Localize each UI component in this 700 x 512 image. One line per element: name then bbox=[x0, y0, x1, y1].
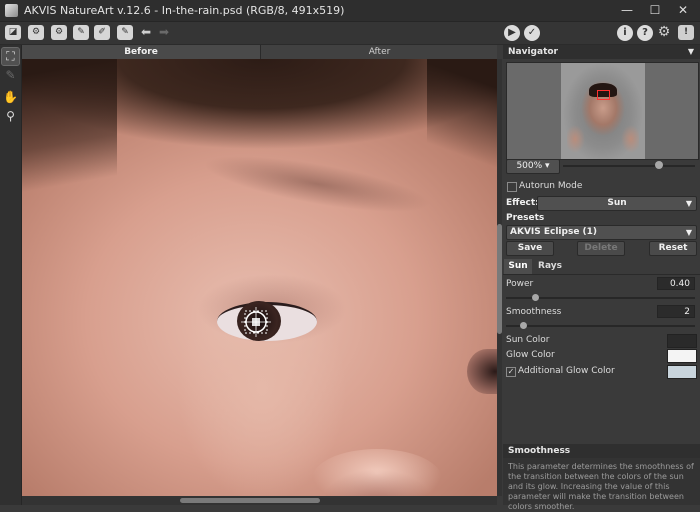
zoom-select[interactable]: 500% ▾ bbox=[506, 159, 560, 174]
sun-tool-icon[interactable]: ⛶ bbox=[1, 47, 20, 66]
navigator-title: Navigator bbox=[508, 47, 558, 57]
collapse-icon[interactable]: ▼ bbox=[688, 45, 694, 59]
additional-glow-checkbox[interactable]: ✓ bbox=[506, 367, 516, 377]
chevron-down-icon: ▼ bbox=[685, 199, 692, 208]
preset-select[interactable]: AKVIS Eclipse (1) ▼ bbox=[506, 225, 697, 240]
presets-title: Presets bbox=[506, 213, 545, 223]
power-slider-knob[interactable] bbox=[532, 294, 539, 301]
smoothness-slider[interactable] bbox=[506, 325, 695, 327]
info-icon[interactable]: i bbox=[617, 25, 633, 41]
navigator-thumbnail bbox=[561, 63, 645, 159]
tools-icon[interactable]: ✐ bbox=[94, 25, 110, 40]
glow-color-label: Glow Color bbox=[506, 350, 555, 360]
navigator-preview[interactable] bbox=[506, 62, 699, 160]
app-logo-icon bbox=[5, 4, 18, 17]
eyebrow bbox=[200, 144, 434, 224]
smoothness-value[interactable]: 2 bbox=[657, 305, 695, 318]
zoom-slider[interactable] bbox=[563, 165, 695, 167]
hint-text: This parameter determines the smoothness… bbox=[503, 458, 700, 511]
power-value[interactable]: 0.40 bbox=[657, 277, 695, 290]
open-icon[interactable]: ◪ bbox=[5, 25, 21, 40]
additional-glow-swatch[interactable] bbox=[667, 365, 697, 379]
undo-icon[interactable]: ⬅ bbox=[138, 25, 154, 40]
image-canvas[interactable] bbox=[22, 59, 497, 496]
smoothness-slider-knob[interactable] bbox=[520, 322, 527, 329]
gear-icon[interactable]: ⚙ bbox=[656, 25, 672, 40]
apply-icon[interactable]: ✓ bbox=[524, 25, 540, 41]
hair-right bbox=[427, 59, 497, 179]
navigator-hands bbox=[567, 125, 639, 153]
maximize-button[interactable]: ☐ bbox=[646, 2, 664, 18]
preset-value: AKVIS Eclipse (1) bbox=[510, 227, 598, 237]
additional-glow-label: Additional Glow Color bbox=[518, 366, 615, 376]
preset-icon[interactable]: ⚙ bbox=[51, 25, 67, 40]
second-eye bbox=[467, 349, 497, 394]
hint-title: Smoothness bbox=[503, 444, 700, 458]
glow-color-swatch[interactable] bbox=[667, 349, 697, 363]
help-icon[interactable]: ? bbox=[637, 25, 653, 41]
autorun-label: Autorun Mode bbox=[519, 181, 583, 191]
notification-icon[interactable]: ! bbox=[678, 25, 694, 40]
eraser-tool-icon[interactable]: ✎ bbox=[2, 67, 19, 84]
hair-left bbox=[22, 59, 117, 209]
reset-button[interactable]: Reset bbox=[649, 241, 697, 256]
smoothness-label: Smoothness bbox=[506, 307, 562, 317]
effect-value: Sun bbox=[607, 198, 627, 208]
run-icon[interactable]: ▶ bbox=[504, 25, 520, 41]
horizontal-scrollbar[interactable] bbox=[22, 496, 497, 505]
tab-divider bbox=[503, 274, 700, 275]
sun-color-swatch[interactable] bbox=[667, 334, 697, 348]
title-bar: AKVIS NatureArt v.12.6 - In-the-rain.psd… bbox=[0, 0, 700, 22]
tool-bar: ⛶ ✎ ✋ ⚲ bbox=[0, 45, 22, 505]
settings-icon[interactable]: ✎ bbox=[117, 25, 133, 40]
window-title: AKVIS NatureArt v.12.6 - In-the-rain.psd… bbox=[24, 4, 345, 17]
close-button[interactable]: ✕ bbox=[674, 2, 692, 18]
zoom-tool-icon[interactable]: ⚲ bbox=[2, 108, 19, 125]
effect-select[interactable]: Sun ▼ bbox=[537, 196, 697, 211]
chevron-down-icon: ▼ bbox=[685, 228, 692, 237]
brush-icon[interactable]: ✎ bbox=[73, 25, 89, 40]
settings-panel: Navigator ▼ 500% ▾ Autorun Mode Effect: … bbox=[503, 45, 700, 511]
tab-before[interactable]: Before bbox=[22, 45, 260, 59]
hand-tool-icon[interactable]: ✋ bbox=[2, 89, 19, 106]
vertical-scroll-thumb[interactable] bbox=[497, 224, 502, 334]
sun-color-label: Sun Color bbox=[506, 335, 550, 345]
tab-sun[interactable]: Sun bbox=[504, 259, 532, 274]
zoom-value: 500% bbox=[516, 161, 543, 171]
horizontal-scroll-thumb[interactable] bbox=[180, 498, 320, 503]
save-button[interactable]: Save bbox=[506, 241, 554, 256]
zoom-slider-knob[interactable] bbox=[655, 161, 663, 169]
navigator-header: Navigator ▼ bbox=[503, 45, 700, 59]
toolbar: ◪ ⚙ ⚙ ✎ ✐ ✎ ⬅ ➡ ▶ ✓ i ? ⚙ ! bbox=[0, 22, 700, 45]
autorun-checkbox[interactable] bbox=[507, 182, 517, 192]
navigator-view-rect[interactable] bbox=[597, 90, 610, 100]
tab-after[interactable]: After bbox=[260, 45, 498, 59]
view-tabs: Before After bbox=[22, 45, 497, 59]
vertical-scrollbar[interactable] bbox=[497, 59, 502, 496]
sun-marker-icon[interactable] bbox=[241, 307, 271, 337]
power-label: Power bbox=[506, 279, 534, 289]
minimize-button[interactable]: — bbox=[618, 2, 636, 18]
effect-label: Effect: bbox=[506, 198, 539, 208]
batch-icon[interactable]: ⚙ bbox=[28, 25, 44, 40]
delete-button[interactable]: Delete bbox=[577, 241, 625, 256]
redo-icon[interactable]: ➡ bbox=[156, 25, 172, 40]
tab-rays[interactable]: Rays bbox=[535, 259, 565, 274]
